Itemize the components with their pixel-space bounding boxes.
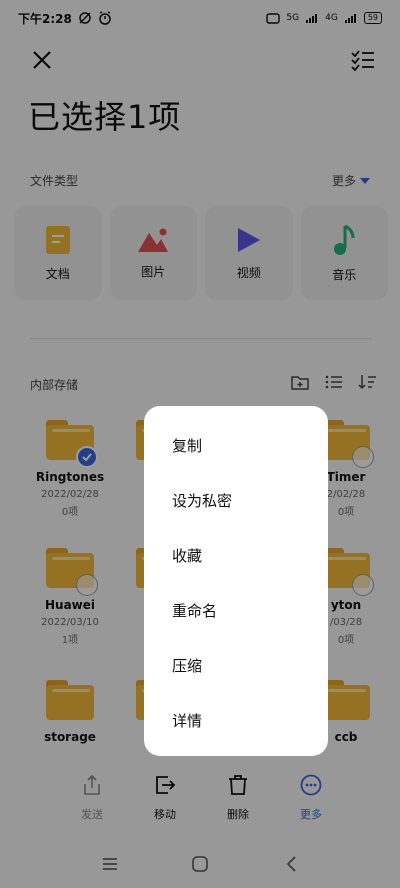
menu-item-details[interactable]: 详情 [144,693,328,748]
more-options-menu: 复制 设为私密 收藏 重命名 压缩 详情 [144,406,328,756]
menu-item-compress[interactable]: 压缩 [144,638,328,693]
menu-item-favorite[interactable]: 收藏 [144,528,328,583]
menu-item-rename[interactable]: 重命名 [144,583,328,638]
menu-item-set-private[interactable]: 设为私密 [144,473,328,528]
menu-item-copy[interactable]: 复制 [144,418,328,473]
